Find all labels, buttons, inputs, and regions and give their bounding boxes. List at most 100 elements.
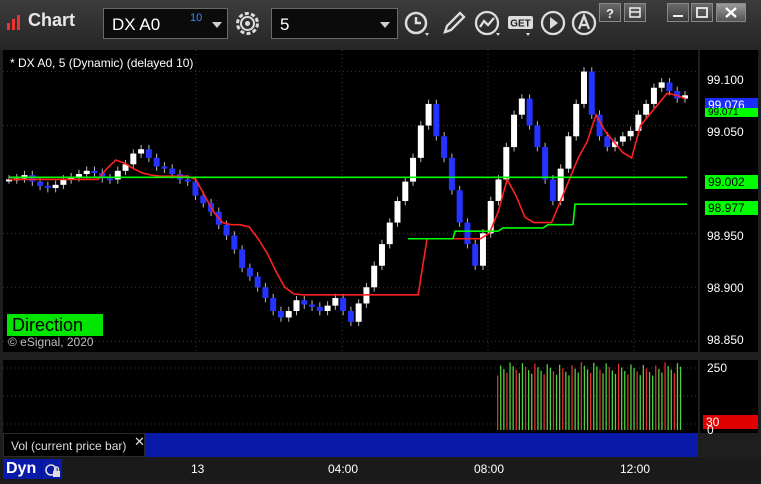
volume-bar	[549, 367, 551, 430]
candle	[44, 185, 51, 189]
settings-button[interactable]	[232, 8, 263, 39]
candle	[619, 136, 626, 142]
study-icon	[474, 10, 500, 36]
candle	[425, 103, 432, 126]
interval-value: 5	[280, 15, 290, 34]
candle	[650, 87, 657, 104]
candle	[340, 298, 347, 312]
get-button[interactable]: GET	[506, 8, 537, 39]
lock-button[interactable]	[42, 459, 62, 479]
volume-bar	[633, 367, 635, 430]
get-icon: GET	[508, 16, 533, 36]
settings-gear-icon	[236, 12, 259, 35]
candle	[52, 184, 59, 189]
symbol-input[interactable]: DX A0 10	[103, 8, 228, 39]
volume-bar	[521, 363, 524, 430]
volume-bar	[590, 372, 592, 430]
price-label: 99.050	[707, 125, 744, 139]
candle	[347, 311, 354, 322]
volume-bar	[534, 363, 536, 430]
price-chart-svg	[3, 50, 698, 352]
study-button[interactable]	[472, 8, 503, 39]
draw-button[interactable]	[438, 8, 469, 39]
candle	[402, 181, 409, 201]
volume-bar	[676, 363, 679, 430]
candle	[301, 300, 308, 305]
minimize-button[interactable]	[667, 3, 689, 22]
candle	[153, 157, 160, 167]
candle	[138, 149, 145, 154]
candle	[464, 222, 471, 245]
time-button[interactable]	[401, 8, 432, 39]
volume-bar	[617, 363, 620, 430]
alert-icon	[571, 10, 597, 36]
level1-marker: 99.002	[705, 175, 758, 189]
help-button[interactable]: ?	[599, 3, 621, 22]
volume-bar	[593, 362, 595, 430]
candle	[355, 303, 362, 322]
candle	[658, 82, 665, 88]
volume-bar	[543, 374, 545, 430]
price-label: 98.900	[707, 281, 744, 295]
volume-bar	[655, 365, 657, 430]
candle	[332, 298, 339, 306]
volume-bar	[497, 375, 499, 430]
volume-bar	[586, 369, 589, 430]
volume-bar	[596, 366, 598, 430]
price-chart[interactable]	[3, 50, 698, 352]
chevron-down-icon[interactable]	[380, 22, 390, 28]
candle	[270, 298, 277, 312]
link-button[interactable]	[624, 3, 646, 22]
volume-bar	[624, 370, 626, 430]
candle	[495, 179, 502, 201]
volume-bar	[574, 368, 576, 430]
interval-input[interactable]: 5	[271, 8, 398, 39]
chart-app-icon	[7, 15, 20, 30]
candle	[518, 98, 525, 115]
candle	[83, 170, 90, 175]
candle	[526, 98, 533, 126]
time-label: 13	[191, 462, 205, 476]
volume-bar	[552, 371, 555, 430]
close-button[interactable]	[716, 3, 746, 22]
volume-bar	[630, 364, 632, 430]
candle	[324, 305, 331, 312]
price-axis[interactable]: 99.100 99.076 99.071 99.050 99.002 98.97…	[700, 50, 758, 352]
candle	[114, 170, 121, 180]
volume-pane[interactable]	[3, 360, 698, 433]
pencil-icon	[443, 11, 466, 34]
candle	[573, 103, 580, 137]
volume-top-label: 250	[707, 361, 728, 375]
volume-study-tab[interactable]: Vol (current price bar) ✕	[3, 433, 145, 457]
volume-bar	[642, 364, 644, 430]
chevron-down-icon[interactable]	[212, 22, 222, 28]
play-icon	[540, 10, 566, 36]
volume-bar	[565, 371, 567, 430]
candle	[246, 267, 253, 277]
play-button[interactable]	[538, 8, 569, 39]
candle	[565, 136, 572, 169]
alert-button[interactable]	[569, 8, 600, 39]
candle	[239, 249, 246, 268]
volume-bar	[599, 369, 601, 430]
close-study-icon[interactable]: ✕	[134, 434, 145, 450]
maximize-button[interactable]	[691, 3, 713, 22]
price-label: 98.850	[707, 333, 744, 347]
volume-bar	[509, 362, 511, 430]
candle	[666, 82, 673, 91]
volume-bar	[608, 366, 610, 430]
volume-bar	[559, 364, 561, 430]
volume-bar	[605, 363, 607, 430]
chart-legend: * DX A0, 5 (Dynamic) (delayed 10)	[10, 56, 194, 70]
link-window-icon	[629, 7, 641, 18]
lock-icon	[45, 464, 60, 477]
candle	[169, 168, 176, 175]
dynamic-button[interactable]: Dyn	[3, 459, 41, 479]
volume-bar	[568, 375, 570, 430]
maximize-icon	[696, 7, 708, 18]
volume-bar	[518, 373, 520, 430]
volume-axis: 250 30 0	[700, 360, 758, 437]
time-label: 04:00	[328, 462, 359, 476]
candle	[309, 304, 316, 307]
candle	[627, 130, 634, 137]
